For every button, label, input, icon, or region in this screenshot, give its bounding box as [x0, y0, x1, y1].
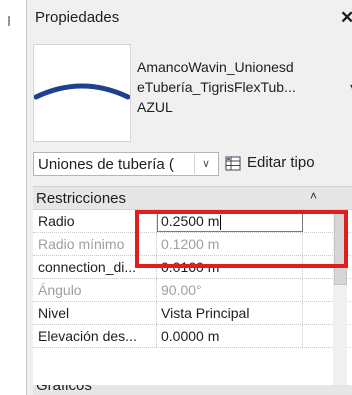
type-name-line: AZUL: [137, 99, 173, 115]
property-name: Elevación des...: [33, 325, 157, 347]
edit-type-icon: [225, 156, 241, 171]
property-row-angulo[interactable]: Ángulo 90.00°: [33, 279, 352, 302]
property-name: Nivel: [33, 302, 157, 324]
property-row-elevacion[interactable]: Elevación des... 0.0000 m: [33, 325, 352, 348]
section-label: Gráficos: [36, 385, 92, 394]
property-value[interactable]: 0.0000 m: [157, 325, 303, 347]
property-value: 90.00°: [157, 279, 303, 301]
type-name-line: eTubería_TigrisFlexTub...: [137, 79, 296, 95]
section-header-graficos[interactable]: Gráficos: [33, 385, 352, 395]
annotation-highlight-box: [135, 210, 348, 268]
section-label: Restricciones: [36, 190, 127, 207]
panel-titlebar: Propiedades ✕: [27, 0, 352, 38]
type-name: AmancoWavin_Unionesd eTubería_TigrisFlex…: [137, 57, 352, 117]
pipe-fitting-preview-icon: [33, 83, 131, 100]
property-row-nivel[interactable]: Nivel Vista Principal: [33, 302, 352, 325]
close-icon[interactable]: ✕: [340, 8, 352, 28]
property-name: Ángulo: [33, 279, 157, 301]
properties-panel: Propiedades ✕ AmancoWavin_Unionesd eTube…: [26, 0, 352, 395]
section-header-restricciones[interactable]: Restricciones ˄: [33, 187, 352, 210]
left-docking-strip: [0, 0, 26, 395]
cell-extra: [303, 279, 334, 301]
property-value[interactable]: Vista Principal: [157, 302, 303, 324]
chevron-down-icon[interactable]: ∨: [194, 154, 217, 174]
type-name-line: AmancoWavin_Unionesd: [137, 59, 294, 75]
type-preview-image: [33, 44, 131, 142]
dropdown-value: Uniones de tubería (: [38, 156, 174, 173]
collapse-icon[interactable]: ˄: [310, 189, 317, 203]
cell-extra: [303, 302, 334, 324]
panel-title: Propiedades: [35, 9, 120, 26]
instance-filter-dropdown[interactable]: Uniones de tubería ( ∨: [33, 152, 219, 176]
grip-handle-icon[interactable]: [8, 16, 10, 26]
cell-extra: [303, 325, 334, 347]
edit-type-label: Editar tipo: [247, 154, 315, 171]
